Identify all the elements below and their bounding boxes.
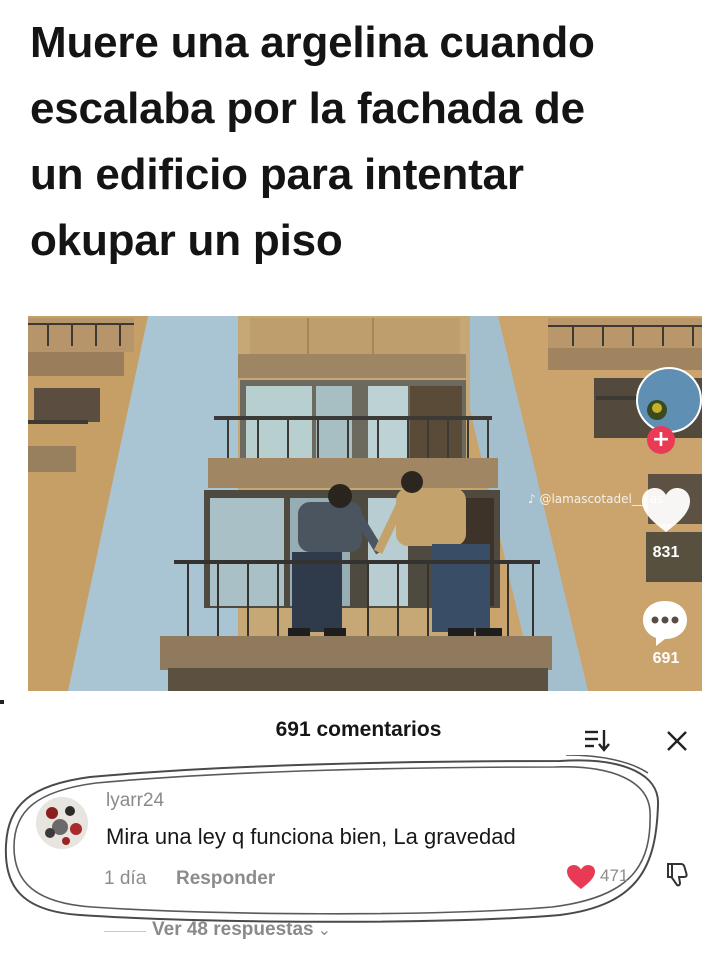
comment-bubble-icon[interactable]: [640, 598, 690, 648]
comment-count: 691: [652, 650, 680, 667]
follow-plus-icon[interactable]: +: [647, 426, 675, 454]
heart-icon[interactable]: [640, 486, 692, 534]
comment-like-count: 471: [600, 866, 629, 885]
commenter-avatar[interactable]: [36, 797, 88, 849]
chevron-down-icon: ⌄: [317, 922, 332, 939]
headline: Muere una argelina cuando escalaba por l…: [30, 10, 700, 274]
headline-line: un edificio para intentar: [30, 150, 524, 199]
headline-line: Muere una argelina cuando: [30, 18, 595, 67]
comment-like-heart-icon[interactable]: [566, 864, 596, 890]
dislike-icon[interactable]: [664, 860, 692, 888]
like-count: 831: [652, 544, 680, 561]
close-icon[interactable]: [664, 728, 690, 754]
reply-button[interactable]: Responder: [176, 868, 275, 890]
sort-icon[interactable]: [582, 727, 612, 753]
headline-line: escalaba por la fachada de: [30, 84, 585, 133]
divider: [0, 700, 4, 704]
view-replies-label[interactable]: Ver 48 respuestas: [152, 919, 314, 940]
comment-username[interactable]: lyarr24: [106, 790, 164, 812]
creator-avatar-icon[interactable]: [635, 366, 702, 434]
comment-text: Mira una ley q funciona bien, La graveda…: [106, 824, 516, 849]
view-replies-button[interactable]: Ver 48 respuestas ⌄: [152, 919, 331, 941]
comment-timestamp: 1 día: [104, 868, 147, 889]
video-player[interactable]: ♪ @lamascotadel___as + 831 691: [28, 316, 702, 691]
replies-connector-line: [104, 931, 146, 932]
headline-line: okupar un piso: [30, 216, 343, 265]
